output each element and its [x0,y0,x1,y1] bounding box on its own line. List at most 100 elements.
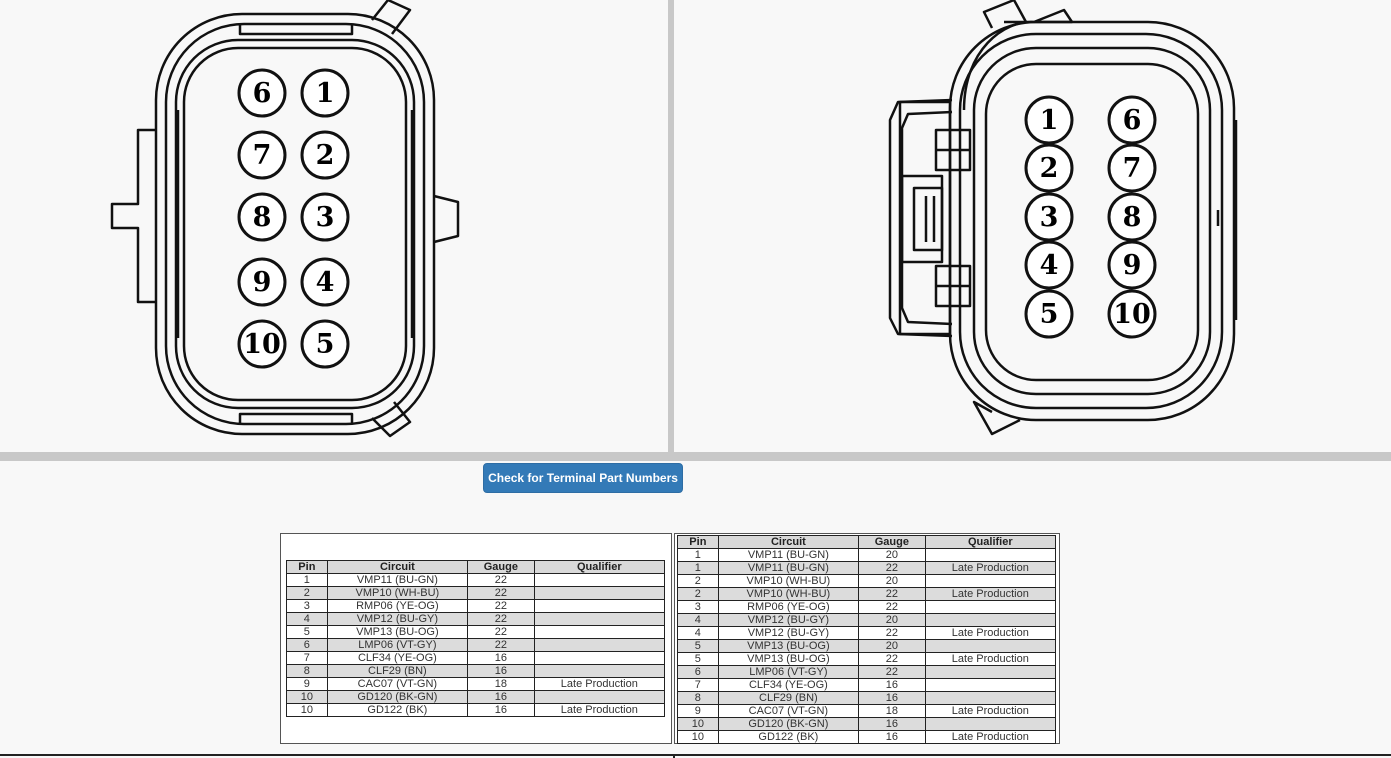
qualifier-cell: Late Production [924,652,1057,666]
circuit-cell: CLF29 (BN) [326,664,469,678]
bottom-rule [0,754,1391,756]
table-row: 4 VMP12 (BU-GY) 22 [286,612,666,626]
qualifier-cell [924,678,1057,692]
qualifier-cell [924,665,1057,679]
right-connector-diagram: 1 6 2 7 3 8 4 9 5 10 [888,0,1238,436]
gauge-cell: 20 [858,639,926,653]
pin-header: Pin [677,535,719,549]
right-pinout-table: Pin Circuit Gauge Qualifier 1 VMP11 (BU-G… [677,535,1057,744]
qualifier-cell [924,574,1057,588]
gauge-cell: 20 [858,548,926,562]
circuit-cell: LMP06 (VT-GY) [717,665,860,679]
right-pin-label: 10 [1113,299,1151,330]
left-pin-label: 1 [316,78,335,109]
left-connector-panel: 6 1 7 2 8 3 9 4 10 5 [0,0,668,452]
table-row: 2 VMP10 (WH-BU) 20 [677,574,1057,588]
circuit-cell: CAC07 (VT-GN) [326,677,469,691]
pin-cell: 3 [677,600,719,614]
table-row: 5 VMP13 (BU-OG) 22 Late Production [677,652,1057,666]
table-row: 9 CAC07 (VT-GN) 18 Late Production [286,677,666,691]
left-pin-label: 8 [253,202,272,233]
table-row: 1 VMP11 (BU-GN) 22 [286,573,666,587]
circuit-cell: GD122 (BK) [717,730,860,744]
gauge-cell: 22 [467,586,535,600]
pin-cell: 8 [677,691,719,705]
circuit-cell: VMP12 (BU-GY) [326,612,469,626]
gauge-cell: 20 [858,613,926,627]
gauge-cell: 22 [467,638,535,652]
circuit-cell: CLF34 (YE-OG) [717,678,860,692]
pin-cell: 10 [677,730,719,744]
circuit-cell: VMP12 (BU-GY) [717,613,860,627]
pin-cell: 4 [677,626,719,640]
qualifier-cell: Late Production [924,587,1057,601]
circuit-cell: VMP11 (BU-GN) [717,548,860,562]
qualifier-cell: Late Production [924,626,1057,640]
table-row: 4 VMP12 (BU-GY) 22 Late Production [677,626,1057,640]
gauge-cell: 16 [858,717,926,731]
gauge-cell: 20 [858,574,926,588]
gauge-cell: 22 [467,573,535,587]
qualifier-cell [924,613,1057,627]
gauge-cell: 22 [467,612,535,626]
pin-cell: 9 [677,704,719,718]
qualifier-cell [533,573,666,587]
qualifier-cell [533,612,666,626]
circuit-cell: CLF29 (BN) [717,691,860,705]
left-pinout-table: Pin Circuit Gauge Qualifier 1 VMP11 (BU-G… [286,560,666,717]
qualifier-cell [924,600,1057,614]
right-pin-label: 1 [1040,105,1059,136]
qualifier-cell: Late Production [533,677,666,691]
table-row: 10 GD122 (BK) 16 Late Production [677,730,1057,744]
gauge-cell: 16 [467,690,535,704]
left-pin-label: 6 [253,78,272,109]
table-row: 9 CAC07 (VT-GN) 18 Late Production [677,704,1057,718]
qualifier-cell [533,599,666,613]
circuit-cell: GD122 (BK) [326,703,469,717]
table-row: 2 VMP10 (WH-BU) 22 Late Production [677,587,1057,601]
circuit-cell: VMP13 (BU-OG) [717,652,860,666]
qualifier-cell [533,638,666,652]
pin-cell: 4 [677,613,719,627]
table-row: 7 CLF34 (YE-OG) 16 [677,678,1057,692]
pin-cell: 2 [286,586,328,600]
circuit-cell: CAC07 (VT-GN) [717,704,860,718]
left-pin-label: 7 [253,140,272,171]
gauge-cell: 18 [858,704,926,718]
left-pin-circles: 6 1 7 2 8 3 9 4 10 5 [237,68,350,369]
qualifier-cell [533,586,666,600]
check-terminal-part-numbers-button[interactable]: Check for Terminal Part Numbers [483,463,683,493]
gauge-cell: 22 [467,625,535,639]
circuit-cell: CLF34 (YE-OG) [326,651,469,665]
gauge-cell: 22 [858,561,926,575]
gauge-cell: 22 [858,665,926,679]
table-row: 10 GD122 (BK) 16 Late Production [286,703,666,717]
circuit-cell: GD120 (BK-GN) [326,690,469,704]
table-row: 2 VMP10 (WH-BU) 22 [286,586,666,600]
section-divider [0,452,1391,461]
pin-cell: 1 [677,561,719,575]
gauge-cell: 22 [858,587,926,601]
left-pin-label: 2 [316,140,335,171]
table-row: 10 GD120 (BK-GN) 16 [286,690,666,704]
right-pin-label: 9 [1123,250,1142,281]
qualifier-cell: Late Production [924,730,1057,744]
circuit-cell: LMP06 (VT-GY) [326,638,469,652]
pin-cell: 10 [286,690,328,704]
pin-cell: 5 [677,652,719,666]
table-row: 8 CLF29 (BN) 16 [286,664,666,678]
table-row: 6 LMP06 (VT-GY) 22 [677,665,1057,679]
qualifier-cell: Late Production [533,703,666,717]
circuit-cell: VMP13 (BU-OG) [717,639,860,653]
pin-cell: 10 [677,717,719,731]
circuit-cell: RMP06 (YE-OG) [326,599,469,613]
circuit-cell: VMP13 (BU-OG) [326,625,469,639]
table-row: 1 VMP11 (BU-GN) 22 Late Production [677,561,1057,575]
right-pin-circles: 1 6 2 7 3 8 4 9 5 10 [1024,95,1157,339]
pin-cell: 5 [286,625,328,639]
bottom-rule-tick [673,754,675,758]
pin-cell: 10 [286,703,328,717]
table-row: 4 VMP12 (BU-GY) 20 [677,613,1057,627]
right-pin-label: 4 [1040,250,1059,281]
qualifier-cell [924,717,1057,731]
